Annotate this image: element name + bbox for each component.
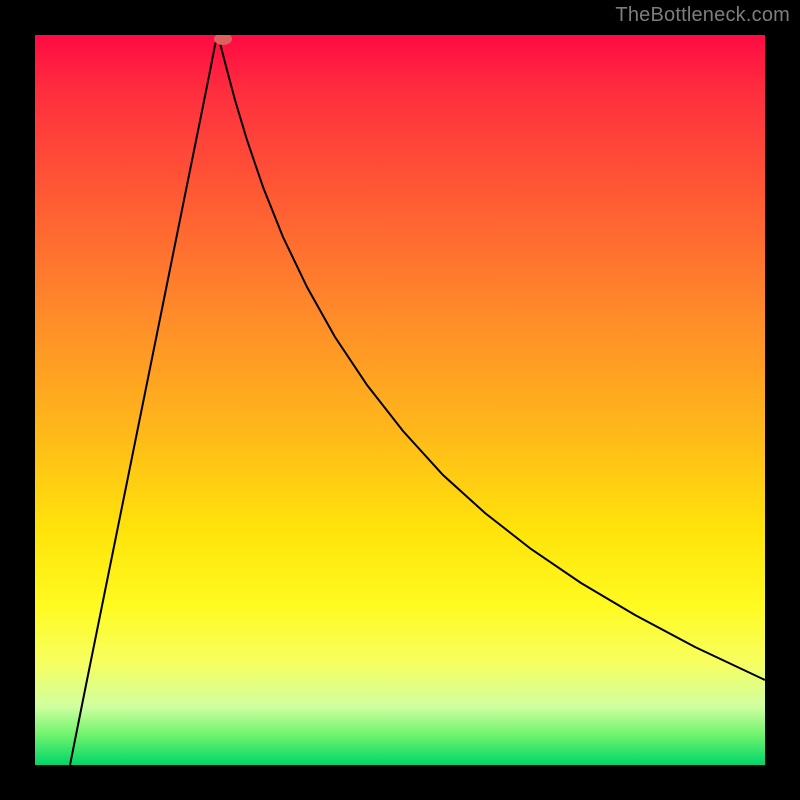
curve-svg xyxy=(35,35,765,765)
curve-right-branch xyxy=(218,35,765,680)
plot-area xyxy=(35,35,765,765)
curve-left-branch xyxy=(70,35,218,765)
chart-frame: TheBottleneck.com xyxy=(0,0,800,800)
watermark-text: TheBottleneck.com xyxy=(615,4,790,27)
minimum-marker xyxy=(214,35,232,45)
